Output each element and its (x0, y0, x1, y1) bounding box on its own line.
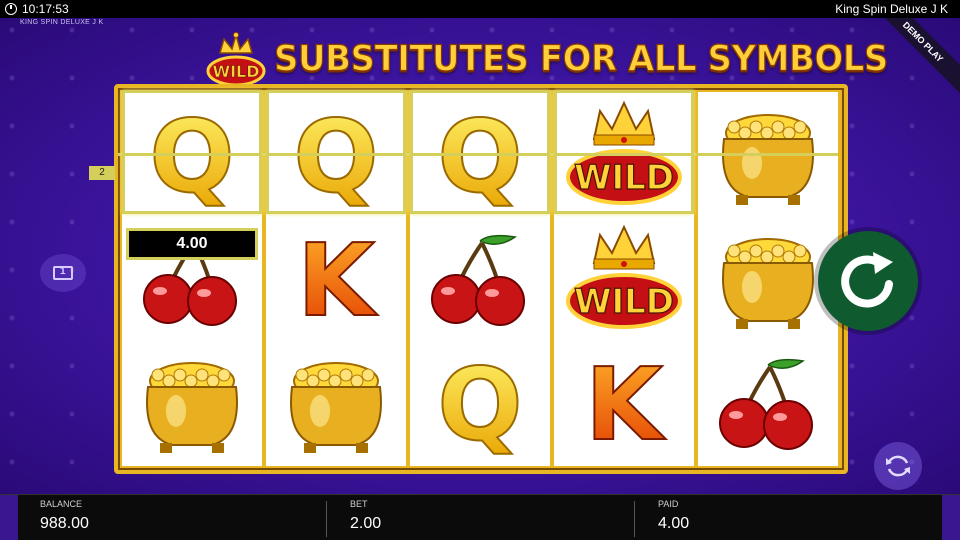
reel-4: WILD WILD K (554, 92, 694, 466)
gold-pot-symbol (722, 238, 814, 329)
feature-banner: WILD SUBSTITUTES FOR ALL SYMBOLS (206, 28, 889, 90)
spin-button[interactable] (818, 231, 918, 331)
payline-2 (118, 153, 838, 156)
svg-text:Q: Q (437, 347, 522, 457)
reel-cell: Q (410, 340, 550, 464)
payline-marker: 2 (89, 166, 115, 180)
reel-3: QQ (410, 92, 550, 466)
win-amount: 4.00 (126, 228, 258, 260)
svg-text:WILD: WILD (574, 158, 674, 198)
game-stage: KING SPIN DELUXE J K WILD SUBSTITUTES FO… (0, 18, 960, 494)
banner-badge-text: WILD (212, 62, 259, 81)
reel-2: QK (266, 92, 406, 466)
reel-cell: K (266, 216, 406, 340)
bet-value: 2.00 (350, 515, 382, 532)
reel-cell (122, 340, 262, 464)
bet-label: BET (350, 499, 368, 509)
balance-label: BALANCE (40, 499, 83, 509)
app-title: King Spin Deluxe J K (835, 2, 948, 16)
autoplay-button[interactable] (874, 442, 922, 490)
status-time: 10:17:53 (22, 2, 69, 16)
clock-icon (5, 3, 17, 15)
wild-crown-icon: WILD (206, 32, 266, 87)
reel-cell (698, 340, 838, 464)
reel-cell (698, 216, 838, 340)
reel-cell: WILD (554, 216, 694, 340)
svg-text:WILD: WILD (574, 282, 674, 322)
banknote-icon (53, 266, 73, 280)
paid-value: 4.00 (658, 515, 690, 532)
queen-symbol: Q (436, 347, 523, 457)
reel-5 (698, 92, 838, 466)
gold-pot-symbol (146, 362, 238, 453)
wild-symbol: WILD (566, 224, 682, 329)
cash-button[interactable] (40, 254, 86, 292)
balance-panel: BALANCE 988.00 (20, 495, 326, 540)
reel-frame: Q Q K Q Q WILD WILD K (114, 84, 848, 474)
bet-panel[interactable]: BET 2.00 (330, 495, 634, 540)
gold-pot-symbol (290, 362, 382, 453)
game-subtitle: KING SPIN DELUXE J K (20, 19, 104, 26)
bottom-bar: BALANCE 988.00 BET 2.00 PAID 4.00 (0, 494, 960, 540)
svg-text:K: K (297, 223, 378, 333)
cherry-symbol (431, 234, 525, 326)
king-symbol: K (584, 347, 667, 457)
svg-text:K: K (585, 347, 666, 457)
paid-panel: PAID 4.00 (638, 495, 940, 540)
cherry-symbol (719, 358, 813, 450)
king-symbol: K (296, 223, 379, 333)
spin-arrow-icon (841, 252, 893, 308)
autoplay-icon (886, 455, 910, 477)
reel-1: Q (122, 92, 262, 466)
paid-label: PAID (658, 499, 679, 509)
balance-value: 988.00 (40, 515, 89, 532)
banner-text: SUBSTITUTES FOR ALL SYMBOLS (273, 37, 889, 80)
reel-cell: K (554, 340, 694, 464)
reel-cell (266, 340, 406, 464)
reel-cell (410, 216, 550, 340)
status-bar: 10:17:53 King Spin Deluxe J K (0, 0, 960, 18)
